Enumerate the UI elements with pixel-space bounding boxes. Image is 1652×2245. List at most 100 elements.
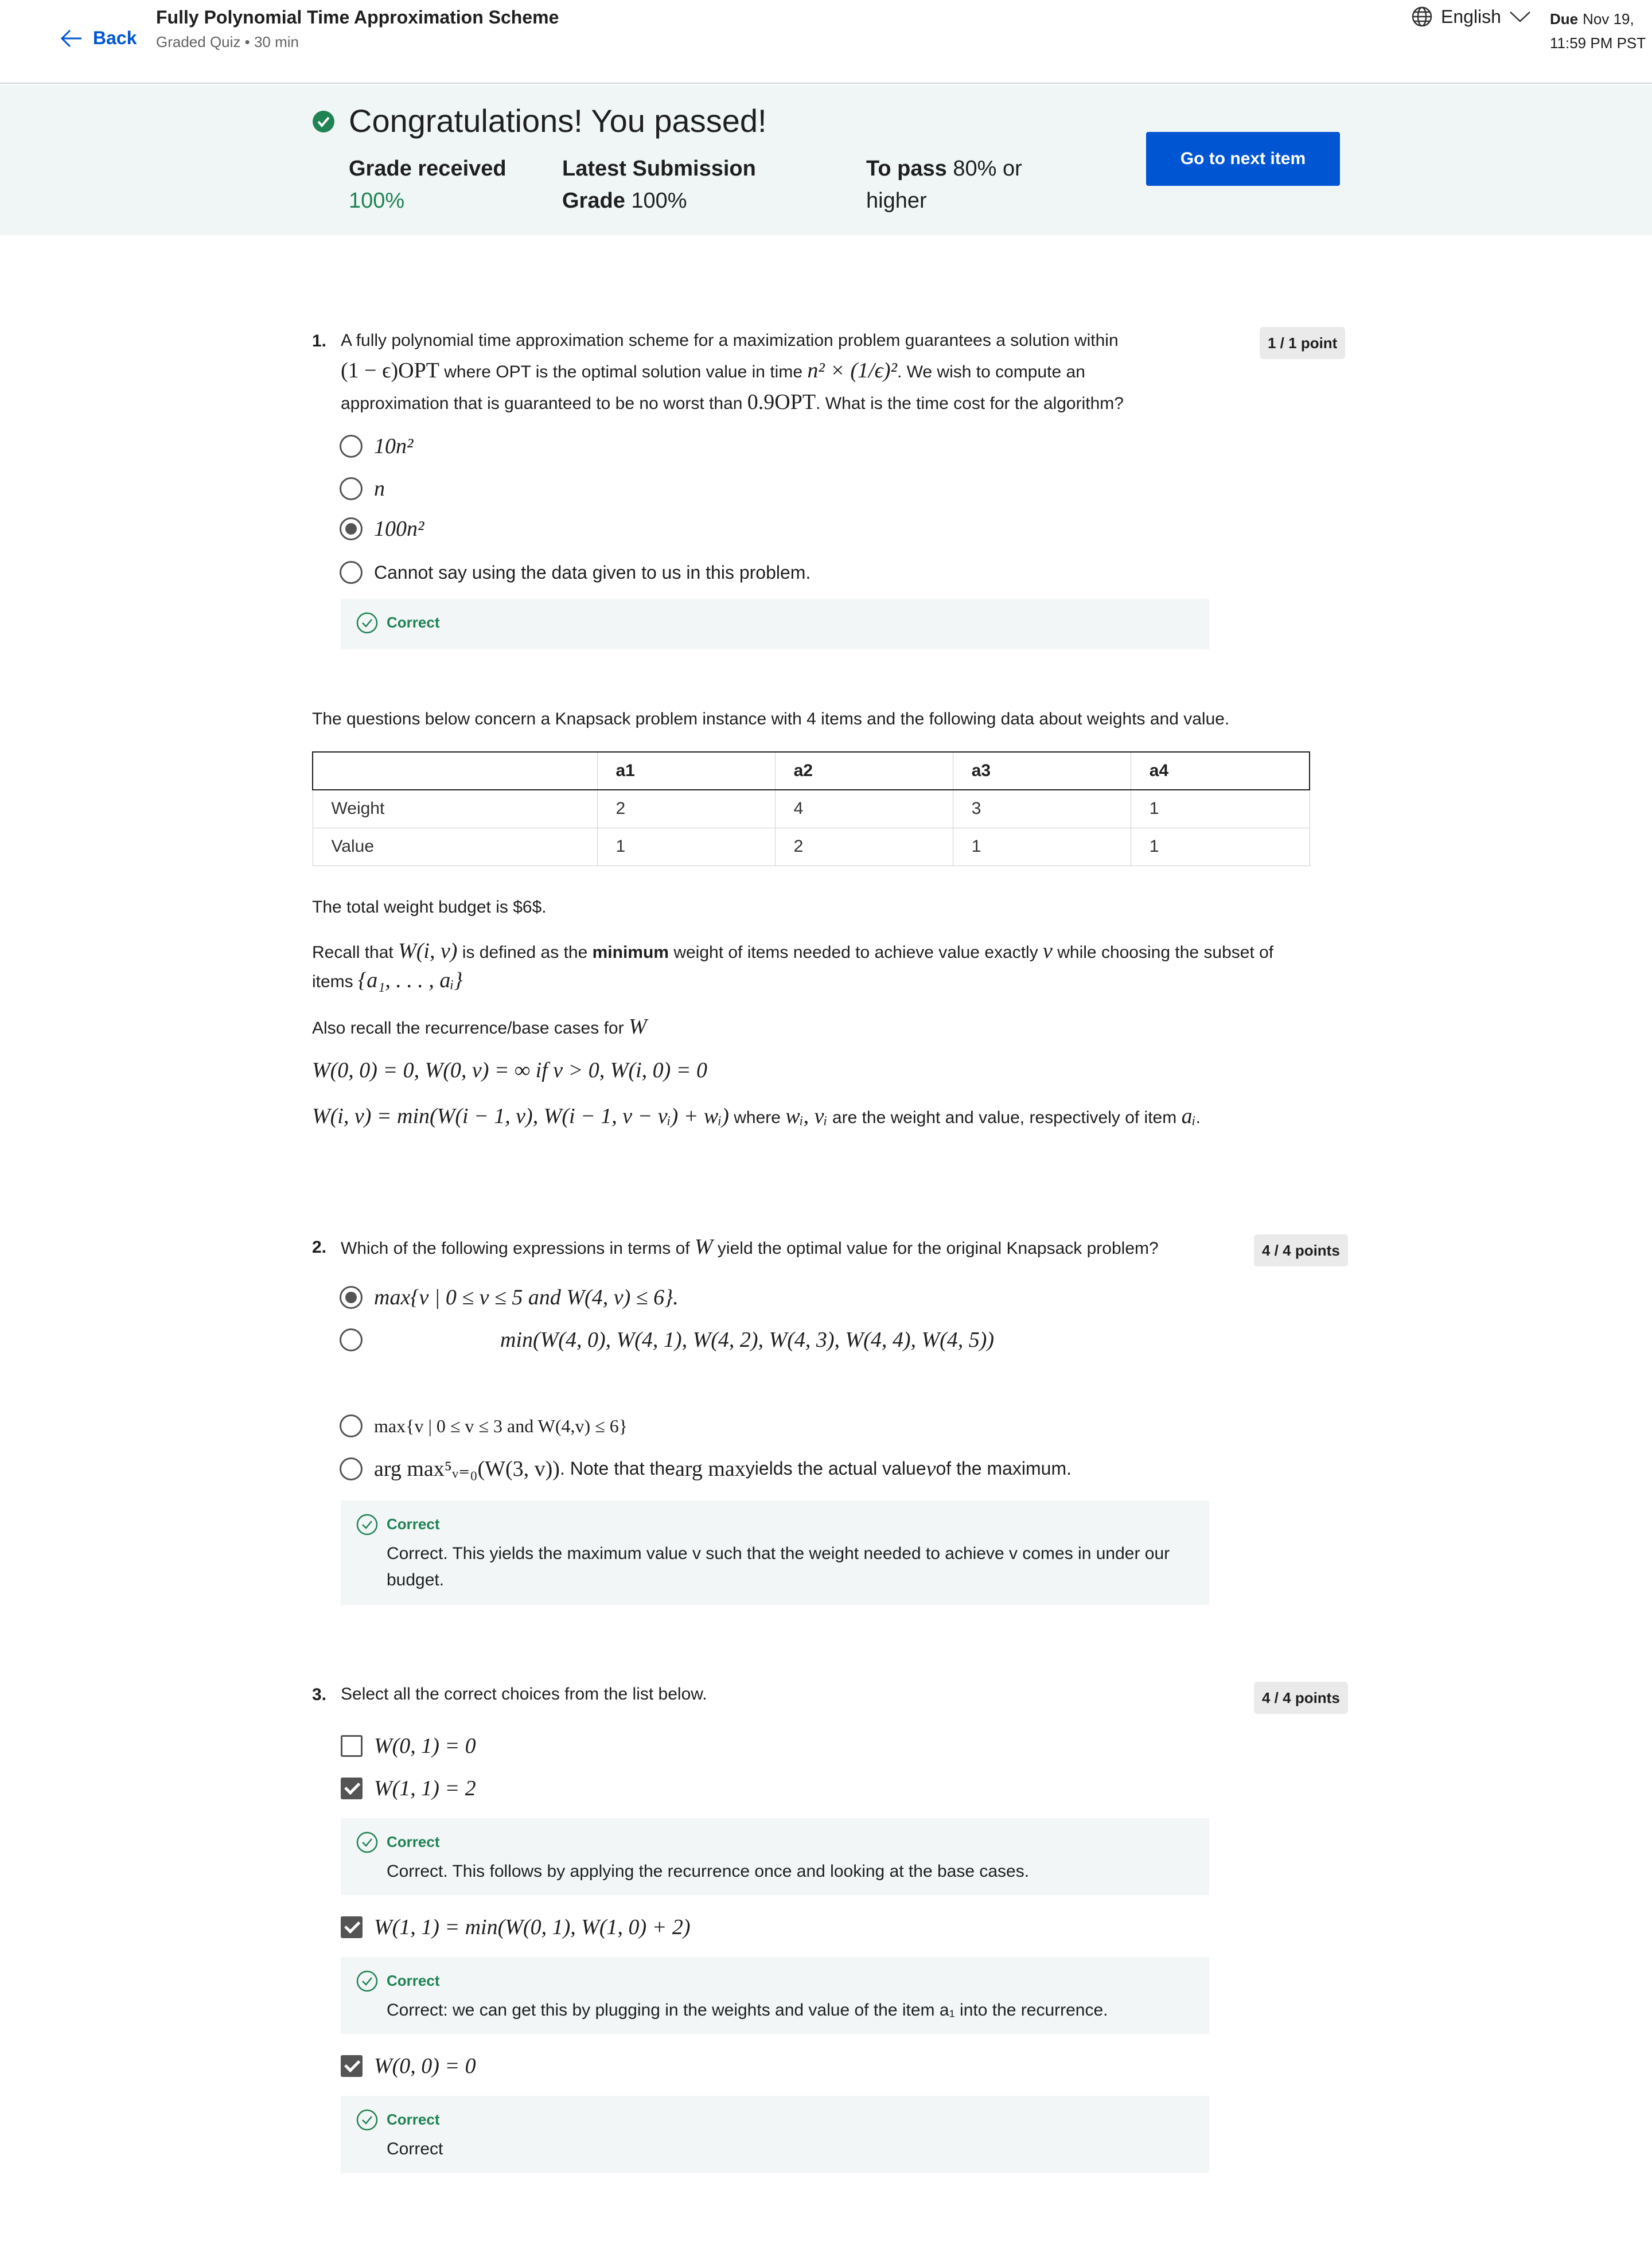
table-header-cell: a4 [1130,751,1310,790]
grade-received-label: Grade received [349,157,506,181]
feedback-text: Correct. This yields the maximum value v… [387,1544,1170,1589]
q1-line-3: approximation that is guaranteed to be n… [341,390,1124,414]
checkbox-option[interactable]: W(1, 1) = min(W(0, 1), W(1, 0) + 2) [341,1915,690,1940]
question-number: 1. [312,332,327,350]
table-row: Weight 2 4 3 1 [312,789,1310,828]
check-circle-outline-icon [356,1970,378,1992]
check-circle-outline-icon [356,2109,378,2131]
check-circle-outline-icon [356,612,378,634]
table-header-row: a1 a2 a3 a4 [312,751,1310,790]
points-badge: 4 / 4 points [1254,1234,1348,1266]
radio-button[interactable] [340,477,363,500]
pass-title: Congratulations! You passed! [349,103,767,139]
top-header: Back Fully Polynomial Time Approximation… [0,0,1652,84]
answer-option[interactable]: 100n² [340,516,424,541]
recall-definition: Recall that W(i, v) is defined as the mi… [312,939,1274,992]
table-header-cell: a3 [952,751,1131,790]
radio-button[interactable] [340,435,363,458]
table-cell: 2 [597,789,776,828]
answer-option[interactable]: max{v | 0 ≤ v ≤ 5 and W(4, v) ≤ 6}. [340,1285,679,1310]
chevron-down-icon [1510,11,1530,22]
checkbox-option[interactable]: W(0, 1) = 0 [341,1733,476,1759]
checkbox-option[interactable]: W(1, 1) = 2 [341,1776,476,1801]
latest-submission-grade: Latest Submission Grade 100% [562,153,769,217]
knapsack-table: a1 a2 a3 a4 Weight 2 4 3 1 Value 1 2 1 1 [312,751,1310,866]
table-header-cell: a1 [597,751,776,790]
quiz-meta: Graded Quiz • 30 min [156,33,299,50]
back-label: Back [93,28,137,48]
radio-button-selected[interactable] [340,517,363,540]
answer-option[interactable]: arg max⁵ᵥ₌₀(W(3, v)). Note that the arg … [340,1456,1072,1482]
go-to-next-item-button[interactable]: Go to next item [1146,132,1340,186]
checkbox-checked[interactable] [341,2055,363,2077]
feedback-label: Correct [387,1972,440,1989]
table-cell: 1 [1130,827,1310,866]
checkbox-option[interactable]: W(0, 0) = 0 [341,2053,476,2079]
points-badge: 4 / 4 points [1254,1682,1348,1714]
question-text: A fully polynomial time approximation sc… [341,326,1224,419]
grade-received: Grade received 100% [349,153,521,217]
recurrence-equation: W(i, v) = min(W(i − 1, v), W(i − 1, v − … [312,1104,1201,1128]
checkbox[interactable] [341,1735,363,1757]
feedback-panel: Correct Correct: we can get this by plug… [341,1957,1209,2034]
question-text: Select all the correct choices from the … [341,1685,707,1704]
due-time: 11:59 PM PST [1550,34,1646,52]
answer-option[interactable]: max{v | 0 ≤ v ≤ 3 and W(4,v) ≤ 6} [340,1414,628,1437]
check-circle-outline-icon [356,1831,378,1853]
answer-option[interactable]: min(W(4, 0), W(4, 1), W(4, 2), W(4, 3), … [340,1327,994,1353]
budget-text: The total weight budget is $6$. [312,898,547,917]
answer-option[interactable]: 10n² [340,434,413,459]
feedback-label: Correct [387,2111,440,2128]
radio-button[interactable] [340,561,363,584]
table-cell: 1 [1130,789,1310,828]
feedback-panel: Correct Correct [341,2096,1209,2173]
arrow-left-icon [60,29,81,47]
feedback-panel: Correct Correct. This yields the maximum… [341,1500,1209,1605]
feedback-label: Correct [387,614,440,631]
feedback-text: Correct: we can get this by plugging in … [387,2001,1108,2020]
language-selector[interactable]: English [1411,6,1531,28]
q1-line-1: A fully polynomial time approximation sc… [341,331,1119,350]
back-button[interactable]: Back [60,28,137,49]
table-cell: 1 [952,827,1131,866]
points-badge: 1 / 1 point [1260,327,1346,359]
base-case-equation: W(0, 0) = 0, W(0, v) = ∞ if v > 0, W(i, … [312,1058,707,1082]
checkbox-checked[interactable] [341,1916,363,1938]
question-text: Which of the following expressions in te… [341,1235,1159,1259]
knapsack-intro: The questions below concern a Knapsack p… [312,710,1230,728]
grade-received-value: 100% [349,189,405,213]
table-cell: 1 [597,827,776,866]
q1-line-2: (1 − ϵ)OPT where OPT is the optimal solu… [341,358,1085,383]
to-pass: To pass 80% or higher [866,153,1038,217]
due-label: Due [1550,10,1579,28]
feedback-text: Correct. This follows by applying the re… [387,1862,1030,1881]
feedback-label: Correct [387,1515,440,1533]
feedback-panel: Correct Correct. This follows by applyin… [341,1818,1209,1895]
feedback-panel: Correct [341,599,1209,649]
check-circle-outline-icon [356,1514,378,1535]
table-cell: 4 [774,789,953,828]
result-banner: Congratulations! You passed! Grade recei… [0,85,1652,235]
feedback-label: Correct [387,1833,440,1850]
radio-button[interactable] [340,1414,363,1437]
table-row: Value 1 2 1 1 [312,827,1310,866]
recall-recurrence: Also recall the recurrence/base cases fo… [312,1015,647,1039]
due-date-value: Nov 19, [1583,10,1634,28]
table-row-label: Weight [312,789,598,828]
table-cell: 3 [952,789,1131,828]
radio-button[interactable] [340,1457,363,1480]
check-circle-icon [313,111,334,132]
answer-option[interactable]: n [340,476,385,501]
answer-option[interactable]: Cannot say using the data given to us in… [340,561,811,584]
table-row-label: Value [312,827,598,866]
table-cell: 2 [774,827,953,866]
question-number: 2. [312,1238,327,1257]
radio-button-selected[interactable] [340,1286,363,1309]
table-header-cell [312,751,598,790]
due-date: Due Nov 19, 11:59 PM PST [1550,7,1646,55]
checkbox-checked[interactable] [341,1778,363,1799]
page-title: Fully Polynomial Time Approximation Sche… [156,7,559,28]
feedback-text: Correct [387,2139,443,2158]
to-pass-label: To pass [866,157,947,181]
radio-button[interactable] [340,1328,363,1351]
